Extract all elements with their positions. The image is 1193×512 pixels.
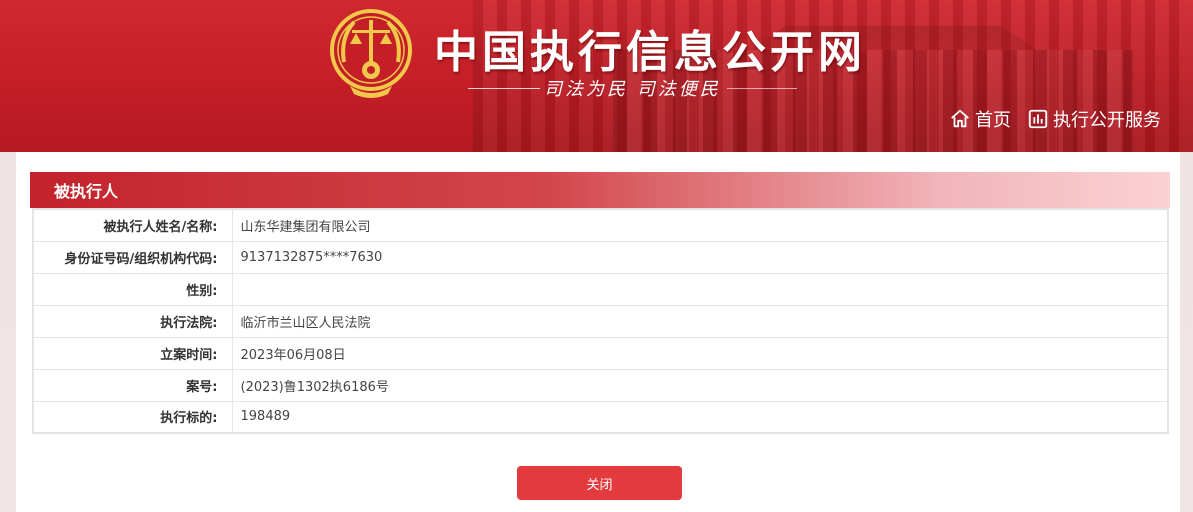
record-table: 被执行人姓名/名称: 山东华建集团有限公司 身份证号码/组织机构代码: 9137… bbox=[32, 208, 1169, 434]
content-panel: 被执行人 被执行人姓名/名称: 山东华建集团有限公司 身份证号码/组织机构代码:… bbox=[16, 152, 1180, 512]
row-label: 性别: bbox=[32, 272, 233, 306]
table-row: 案号: (2023)鲁1302执6186号 bbox=[32, 368, 1169, 402]
row-value: 9137132875****7630 bbox=[231, 240, 1169, 274]
table-row: 身份证号码/组织机构代码: 9137132875****7630 bbox=[32, 240, 1169, 274]
slogan-row: 司法为民 司法便民 bbox=[468, 76, 797, 100]
table-row: 被执行人姓名/名称: 山东华建集团有限公司 bbox=[32, 208, 1169, 242]
top-nav: 首页 执行公开服务 bbox=[949, 106, 1161, 132]
site-title: 中国执行信息公开网 bbox=[434, 27, 866, 78]
national-emblem-icon bbox=[330, 9, 412, 98]
close-button[interactable]: 关闭 bbox=[517, 466, 682, 500]
nav-home-link[interactable]: 首页 bbox=[949, 106, 1011, 132]
row-value: (2023)鲁1302执6186号 bbox=[231, 368, 1169, 402]
section-title: 被执行人 bbox=[30, 172, 1170, 208]
row-label: 执行标的: bbox=[32, 400, 233, 434]
nav-service-link[interactable]: 执行公开服务 bbox=[1027, 106, 1161, 132]
row-label: 立案时间: bbox=[32, 336, 233, 370]
slogan-text: 司法为民 司法便民 bbox=[544, 79, 721, 100]
row-label: 身份证号码/组织机构代码: bbox=[32, 240, 233, 274]
row-label: 被执行人姓名/名称: bbox=[32, 208, 233, 242]
row-label: 执行法院: bbox=[32, 304, 233, 338]
row-label: 案号: bbox=[32, 368, 233, 402]
bar-chart-icon bbox=[1028, 109, 1048, 129]
home-icon bbox=[951, 109, 969, 128]
nav-service-label: 执行公开服务 bbox=[1053, 110, 1161, 131]
row-value: 198489 bbox=[231, 400, 1169, 434]
table-row: 性别: bbox=[32, 272, 1169, 306]
nav-home-label: 首页 bbox=[975, 110, 1011, 131]
row-value: 山东华建集团有限公司 bbox=[231, 208, 1169, 242]
site-header: 中国执行信息公开网 司法为民 司法便民 首页 执行公开服务 bbox=[0, 0, 1193, 152]
table-row: 立案时间: 2023年06月08日 bbox=[32, 336, 1169, 370]
row-value bbox=[231, 272, 1169, 306]
row-value: 2023年06月08日 bbox=[231, 336, 1169, 370]
slogan-divider-right bbox=[726, 87, 797, 89]
row-value: 临沂市兰山区人民法院 bbox=[231, 304, 1169, 338]
table-row: 执行标的: 198489 bbox=[32, 400, 1169, 434]
slogan-divider-left bbox=[468, 87, 540, 89]
table-row: 执行法院: 临沂市兰山区人民法院 bbox=[32, 304, 1169, 338]
